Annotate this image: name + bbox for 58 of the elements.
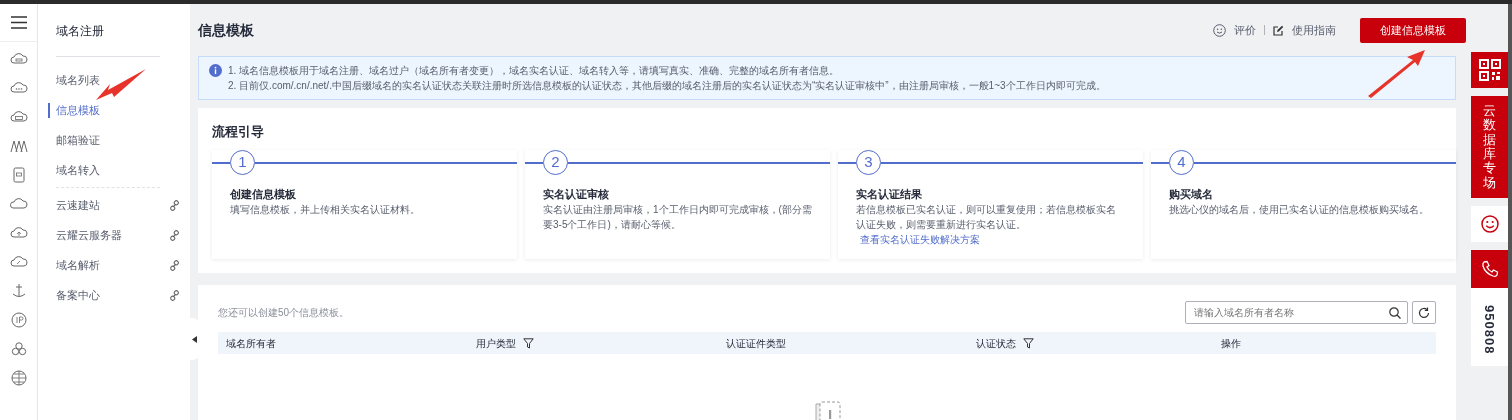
link-icon xyxy=(169,199,180,211)
section-title: 流程引导 xyxy=(211,123,265,141)
sidebar-item[interactable]: 信息模板 xyxy=(48,95,190,125)
step-description: 若信息模板已实名认证，则可以重复使用；若信息模板实名认证失败，则需要重新进行实名认证。 查看实名认证失败解决方案 xyxy=(855,203,1117,247)
feedback-tile[interactable] xyxy=(1471,206,1508,242)
refresh-icon xyxy=(1418,306,1430,319)
step-title: 实名认证结果 xyxy=(855,186,923,202)
quota-text: 您还可以创建50个信息模板。 xyxy=(218,306,350,320)
feedback-link[interactable]: 评价 xyxy=(1234,21,1256,39)
edit-icon xyxy=(1273,24,1284,36)
annotation-arrow xyxy=(1368,50,1425,98)
menu-icon[interactable] xyxy=(10,16,27,29)
promo-text: 云数据库专场 xyxy=(1483,104,1496,190)
guide-link[interactable]: 使用指南 xyxy=(1292,21,1336,39)
smiley-icon xyxy=(1480,215,1499,233)
sidebar-title: 域名注册 xyxy=(56,22,160,57)
sidebar-item[interactable]: 域名解析 xyxy=(48,250,190,280)
refresh-button[interactable] xyxy=(1412,301,1436,324)
step-description: 挑选心仪的域名后，使用已实名认证的信息模板购买域名。 xyxy=(1168,203,1430,217)
step-title: 实名认证审核 xyxy=(542,186,610,202)
phone-icon xyxy=(1480,260,1499,278)
ip-icon[interactable] xyxy=(9,311,28,329)
link-icon xyxy=(169,289,180,301)
link-icon xyxy=(169,229,180,241)
column-header: 认证证件类型 xyxy=(726,336,786,351)
step-title: 创建信息模板 xyxy=(229,186,297,202)
solution-link[interactable]: 查看实名认证失败解决方案 xyxy=(860,234,980,245)
qr-code-tile[interactable] xyxy=(1471,52,1508,88)
globe-icon[interactable] xyxy=(9,369,28,387)
promo-tile[interactable]: 云数据库专场 xyxy=(1471,96,1508,198)
link-icon xyxy=(169,259,180,271)
sidebar-item[interactable]: 域名列表 xyxy=(48,65,190,95)
clover-icon[interactable] xyxy=(9,340,28,358)
filter-icon[interactable] xyxy=(523,337,534,349)
search-field[interactable]: 请输入域名所有者名称 xyxy=(1185,301,1408,324)
sidebar-item[interactable]: 云耀云服务器 xyxy=(48,220,190,250)
filter-icon[interactable] xyxy=(1023,337,1034,349)
step-title: 购买域名 xyxy=(1168,186,1214,202)
column-header: 认证状态 xyxy=(976,336,1016,351)
qr-code-icon xyxy=(1478,59,1501,81)
smiley-icon xyxy=(1213,23,1226,37)
notice-text: 1. 域名信息模板用于域名注册、域名过户（域名所有者变更），域名实名认证、域名转入等，请填写真实、准确、完整的域名所有者信息。 xyxy=(228,64,841,78)
phone-number: 950808 xyxy=(1481,305,1499,355)
phone-tile[interactable] xyxy=(1471,250,1508,288)
page-title: 信息模板 xyxy=(198,20,254,40)
info-icon xyxy=(209,64,222,77)
create-template-button[interactable]: 创建信息模板 xyxy=(1360,17,1466,43)
sidebar-item[interactable]: 备案中心 xyxy=(48,280,190,310)
step-description: 实名认证由注册局审核，1个工作日内即可完成审核，(部分需要3-5个工作日)，请耐心等候。 xyxy=(542,203,813,232)
column-header: 操作 xyxy=(1221,336,1241,351)
sidebar-item[interactable]: 云速建站 xyxy=(48,190,190,220)
sidebar-item[interactable]: 域名转入 xyxy=(48,155,190,185)
sidebar-item[interactable]: 邮箱验证 xyxy=(48,125,190,155)
step-description: 填写信息模板，并上传相关实名认证材料。 xyxy=(229,203,421,217)
column-header: 域名所有者 xyxy=(226,336,276,351)
column-header: 用户类型 xyxy=(476,336,516,351)
notice-text: 2. 目前仅.com/.cn/.net/.中国后缀域名的实名认证状态关联注册时所选信息模板的认证状态，其他后缀的域名注册后的实名认证状态为“实名认证审核中”，由注册局审核，一般1~3个工作日内即可完成。 xyxy=(228,79,1106,93)
search-icon[interactable] xyxy=(1389,307,1401,319)
